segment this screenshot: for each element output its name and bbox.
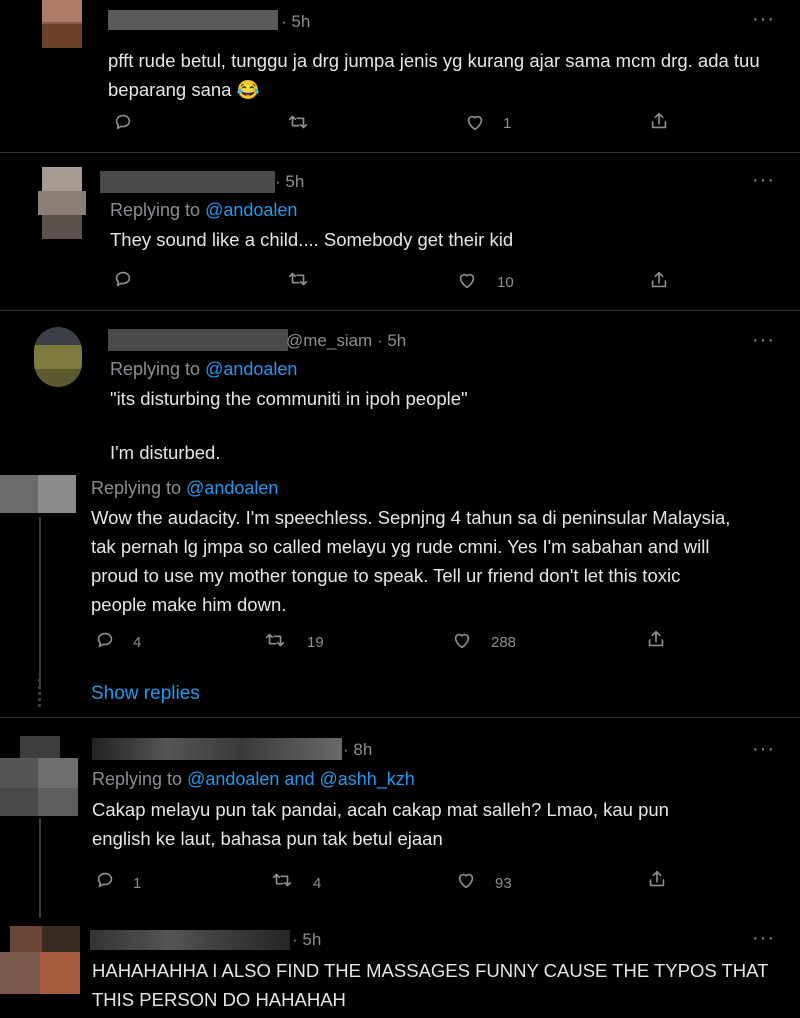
replying-to: Replying to @andoalen: [91, 478, 279, 498]
tweet-text: pfft rude betul, tunggu ja drg jumpa jen…: [108, 50, 760, 100]
retweet-icon[interactable]: [287, 268, 309, 290]
like-count: 93: [495, 875, 512, 892]
avatar[interactable]: [42, 0, 82, 48]
show-replies-link[interactable]: Show replies: [91, 683, 200, 705]
avatar[interactable]: [0, 475, 76, 513]
tweet-4[interactable]: Replying to @andoalen Wow the audacity. …: [0, 471, 800, 716]
like-icon[interactable]: [455, 869, 477, 891]
replying-to: Replying to @andoalen and @ashh_kzh: [92, 769, 415, 789]
username-redacted[interactable]: [100, 171, 275, 193]
more-icon[interactable]: ···: [752, 927, 775, 950]
tweet-text: Cakap melayu pun tak pandai, acah cakap …: [92, 799, 669, 849]
timestamp[interactable]: · 5h: [292, 930, 321, 950]
mention-link[interactable]: @andoalen and @ashh_kzh: [187, 769, 415, 789]
tweet-text: They sound like a child.... Somebody get…: [110, 229, 514, 250]
retweet-icon[interactable]: [287, 111, 309, 133]
replying-to: Replying to @andoalen: [110, 359, 298, 379]
reply-icon[interactable]: [112, 268, 134, 290]
avatar[interactable]: [34, 327, 82, 387]
more-icon[interactable]: ···: [752, 738, 775, 761]
tweet-text: HAHAHAHHA I ALSO FIND THE MASSAGES FUNNY…: [92, 960, 769, 1010]
like-icon[interactable]: [464, 111, 486, 133]
like-count: 288: [491, 634, 517, 651]
timestamp[interactable]: · 5h: [377, 331, 406, 350]
share-icon[interactable]: [648, 269, 670, 291]
tweet-1[interactable]: · 5h ··· pfft rude betul, tunggu ja drg …: [0, 0, 800, 150]
avatar[interactable]: [38, 167, 86, 239]
retweet-icon[interactable]: [264, 629, 286, 651]
retweet-count: 4: [313, 875, 322, 892]
mention-link[interactable]: @andoalen: [205, 359, 297, 379]
share-icon[interactable]: [645, 628, 667, 650]
like-count: 1: [503, 115, 512, 132]
reply-icon[interactable]: [94, 629, 116, 651]
tweet-text-line-1: "its disturbing the communiti in ipoh pe…: [110, 388, 468, 409]
tweet-6[interactable]: · 5h ··· HAHAHAHHA I ALSO FIND THE MASSA…: [0, 918, 800, 1018]
timestamp[interactable]: · 5h: [275, 172, 304, 192]
username-redacted[interactable]: [92, 738, 342, 760]
replying-to: Replying to @andoalen: [110, 200, 298, 220]
tweet-text: Wow the audacity. I'm speechless. Sepnjn…: [91, 507, 731, 615]
username-redacted[interactable]: [108, 329, 288, 351]
mention-link[interactable]: @andoalen: [186, 478, 278, 498]
retweet-count: 19: [307, 634, 324, 651]
timestamp[interactable]: · 8h: [343, 740, 372, 760]
share-icon[interactable]: [646, 868, 668, 890]
tweet-text-line-2: I'm disturbed.: [110, 442, 221, 463]
more-icon[interactable]: ···: [752, 8, 775, 31]
more-icon[interactable]: ···: [752, 329, 775, 352]
tweet-5[interactable]: · 8h ··· Replying to @andoalen and @ashh…: [0, 718, 800, 918]
reply-count: 4: [133, 634, 142, 651]
timestamp[interactable]: · 5h: [281, 12, 310, 32]
like-count: 10: [497, 274, 514, 291]
like-icon[interactable]: [456, 269, 478, 291]
reply-count: 1: [133, 875, 142, 892]
avatar[interactable]: [0, 736, 78, 816]
reply-icon[interactable]: [94, 869, 116, 891]
username-redacted[interactable]: [90, 930, 290, 950]
more-icon[interactable]: ···: [752, 169, 775, 192]
tweet-2[interactable]: · 5h ··· Replying to @andoalen They soun…: [0, 153, 800, 309]
thread-line: [39, 517, 41, 687]
thread-dots: [38, 679, 44, 707]
retweet-icon[interactable]: [271, 869, 293, 891]
avatar[interactable]: [0, 926, 80, 994]
username-redacted[interactable]: [108, 10, 278, 30]
handle[interactable]: @me_siam: [286, 331, 372, 350]
like-icon[interactable]: [451, 629, 473, 651]
handle-timestamp[interactable]: @me_siam · 5h: [286, 331, 406, 351]
share-icon[interactable]: [648, 110, 670, 132]
tweet-3[interactable]: @me_siam · 5h ··· Replying to @andoalen …: [0, 311, 800, 471]
mention-link[interactable]: @andoalen: [205, 200, 297, 220]
thread-line: [39, 818, 41, 918]
reply-icon[interactable]: [112, 111, 134, 133]
